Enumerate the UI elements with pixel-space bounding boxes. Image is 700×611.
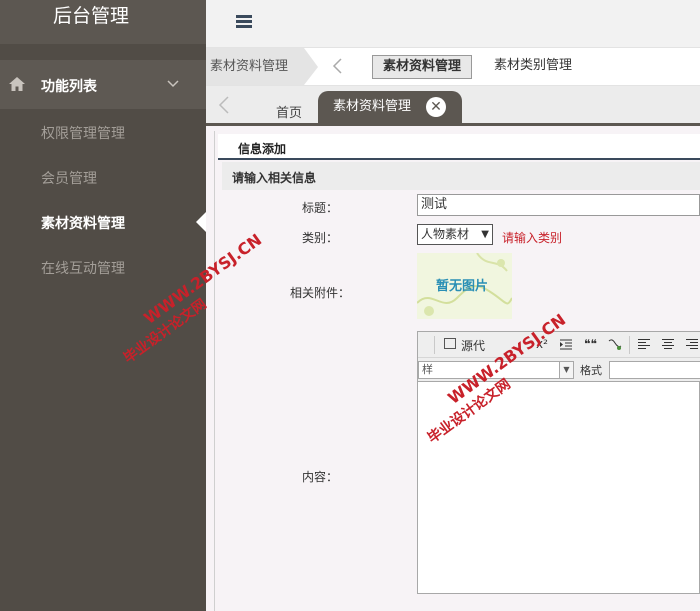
menu-group-label: 功能列表 [41, 79, 97, 95]
toolbar-separator [629, 336, 630, 354]
format-combo[interactable] [609, 361, 700, 379]
special-char-icon[interactable] [608, 339, 622, 350]
editor-toolbar-format: 样 ▼ 格式 [418, 358, 700, 382]
tab-scroll-left-icon[interactable] [216, 95, 234, 115]
page-tabbar: 首页 素材资料管理 ✕ [206, 86, 700, 123]
format-label: 格式 [580, 364, 602, 377]
panel-title: 信息添加 [238, 142, 287, 156]
chevron-down-icon [167, 80, 179, 88]
rich-text-editor[interactable]: 源代 x² ❝❝ 样 ▼ 格式 [417, 331, 700, 594]
source-button[interactable]: 源代 [461, 337, 485, 354]
style-combo-label: 样 [422, 363, 433, 376]
sidebar-item-materials[interactable]: 素材资料管理 [41, 213, 125, 233]
hamburger-menu-icon[interactable] [236, 15, 252, 29]
active-indicator [196, 212, 206, 232]
blockquote-button[interactable]: ❝❝ [584, 337, 597, 351]
brand-title: 后台管理 [0, 0, 206, 44]
section-header: 请输入相关信息 [222, 162, 700, 190]
sidebar-item-members[interactable]: 会员管理 [41, 168, 97, 188]
tab-materials[interactable]: 素材资料管理 ✕ [318, 91, 462, 123]
menu-group-functions[interactable]: 功能列表 [0, 60, 206, 109]
no-image-text: 暂无图片 [436, 279, 489, 294]
source-icon [444, 338, 456, 349]
top-header [206, 0, 700, 47]
breadcrumb-current: 素材资料管理 [206, 48, 304, 85]
align-right-icon[interactable] [686, 339, 698, 350]
toolbar-separator [434, 336, 435, 354]
subtab-categories[interactable]: 素材类别管理 [484, 55, 582, 79]
attachment-label: 相关附件： [290, 286, 351, 300]
category-label: 类别： [302, 231, 339, 245]
section-title: 请输入相关信息 [232, 171, 317, 185]
sidebar-item-permissions[interactable]: 权限管理管理 [41, 123, 125, 143]
tab-home[interactable]: 首页 [276, 102, 302, 121]
title-label: 标题： [302, 201, 339, 215]
chevron-down-icon: ▼ [559, 362, 573, 378]
home-icon [9, 77, 25, 91]
tab-materials-label: 素材资料管理 [333, 99, 412, 114]
sidebar-item-interaction[interactable]: 在线互动管理 [41, 258, 125, 278]
title-input[interactable]: 测试 [417, 194, 700, 216]
chevron-left-icon[interactable] [328, 56, 348, 76]
dropdown-arrow-icon: ▼ [481, 229, 489, 240]
close-icon[interactable]: ✕ [426, 97, 446, 117]
content-label: 内容： [302, 470, 339, 484]
subtab-materials[interactable]: 素材资料管理 [372, 55, 473, 79]
category-selected: 人物素材 [421, 227, 470, 241]
panel-header: 信息添加 [218, 134, 700, 160]
category-hint: 请输入类别 [502, 231, 563, 245]
align-left-icon[interactable] [638, 339, 650, 350]
breadcrumb-arrow [304, 48, 318, 85]
category-select[interactable]: 人物素材 ▼ [417, 224, 493, 245]
align-center-icon[interactable] [662, 339, 674, 350]
main-content: 信息添加 请输入相关信息 标题： 测试 类别： 人物素材 ▼ 请输入类别 相关附… [206, 123, 700, 611]
breadcrumb: 素材资料管理 素材资料管理 素材类别管理 [206, 47, 700, 86]
attachment-preview[interactable]: 暂无图片 [417, 253, 512, 319]
